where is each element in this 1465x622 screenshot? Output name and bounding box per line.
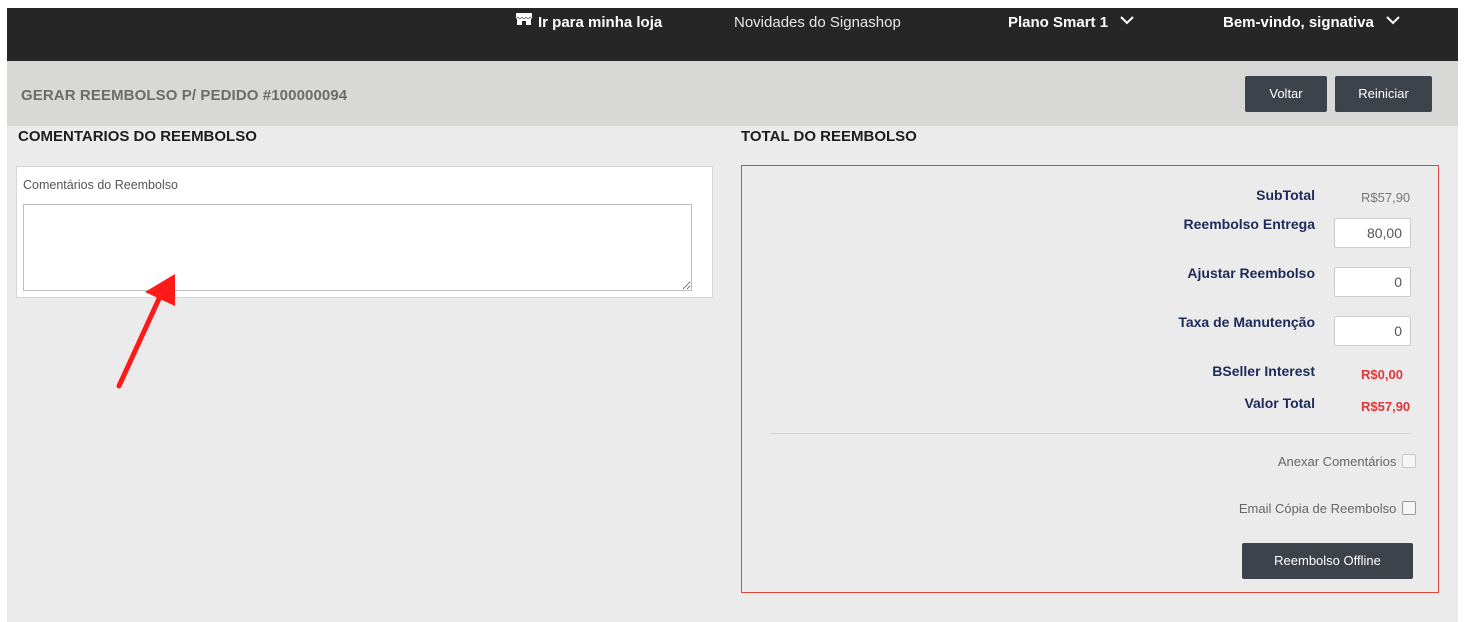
maintenance-fee-label: Taxa de Manutenção (1178, 314, 1315, 330)
comments-field-label: Comentários do Reembolso (23, 178, 178, 192)
subtotal-label: SubTotal (1256, 187, 1315, 203)
page-title: GERAR REEMBOLSO P/ PEDIDO #100000094 (21, 87, 348, 104)
maintenance-fee-input[interactable] (1334, 316, 1411, 346)
divider (770, 433, 1411, 434)
refund-totals-panel: SubTotal R$57,90 Reembolso Entrega Ajust… (741, 165, 1439, 593)
plan-dropdown[interactable]: Plano Smart 1 (1008, 8, 1134, 38)
email-copy-label: Email Cópia de Reembolso (1238, 501, 1397, 516)
bseller-interest-label: BSeller Interest (1212, 363, 1315, 379)
total-value: R$57,90 (1361, 399, 1411, 414)
adjust-refund-label: Ajustar Reembolso (1187, 265, 1315, 281)
back-button[interactable]: Voltar (1245, 76, 1327, 112)
shipping-refund-label: Reembolso Entrega (1183, 216, 1315, 232)
user-dropdown-label: Bem-vindo, signativa (1223, 14, 1374, 31)
page-header: GERAR REEMBOLSO P/ PEDIDO #100000094 Vol… (7, 61, 1458, 126)
plan-dropdown-label: Plano Smart 1 (1008, 14, 1109, 31)
chevron-down-icon (1120, 8, 1134, 36)
news-link[interactable]: Novidades do Signashop (734, 8, 901, 38)
store-icon (515, 8, 533, 37)
top-navigation-bar: Ir para minha loja Novidades do Signasho… (7, 8, 1458, 61)
store-link[interactable]: Ir para minha loja (515, 8, 662, 38)
shipping-refund-input[interactable] (1334, 218, 1411, 248)
email-copy-option[interactable]: Email Cópia de Reembolso (1239, 501, 1416, 516)
reset-button[interactable]: Reiniciar (1335, 76, 1432, 112)
chevron-down-icon (1386, 8, 1400, 36)
adjust-refund-input[interactable] (1334, 267, 1411, 297)
attach-comments-checkbox[interactable] (1402, 454, 1416, 469)
comments-section-title: COMENTARIOS DO REEMBOLSO (18, 128, 257, 145)
user-dropdown[interactable]: Bem-vindo, signativa (1223, 8, 1400, 38)
attach-comments-label: Anexar Comentários (1277, 454, 1397, 469)
attach-comments-option[interactable]: Anexar Comentários (1278, 454, 1416, 469)
bseller-interest-value: R$0,00 (1361, 367, 1403, 382)
offline-refund-button[interactable]: Reembolso Offline (1242, 543, 1413, 579)
annotation-arrow-icon (107, 268, 187, 403)
subtotal-value: R$57,90 (1361, 190, 1411, 205)
total-value-label: Valor Total (1244, 395, 1315, 411)
email-copy-checkbox[interactable] (1402, 501, 1416, 516)
totals-section-title: TOTAL DO REEMBOLSO (741, 128, 917, 145)
store-link-label: Ir para minha loja (538, 14, 663, 31)
page-frame: Ir para minha loja Novidades do Signasho… (7, 8, 1458, 622)
